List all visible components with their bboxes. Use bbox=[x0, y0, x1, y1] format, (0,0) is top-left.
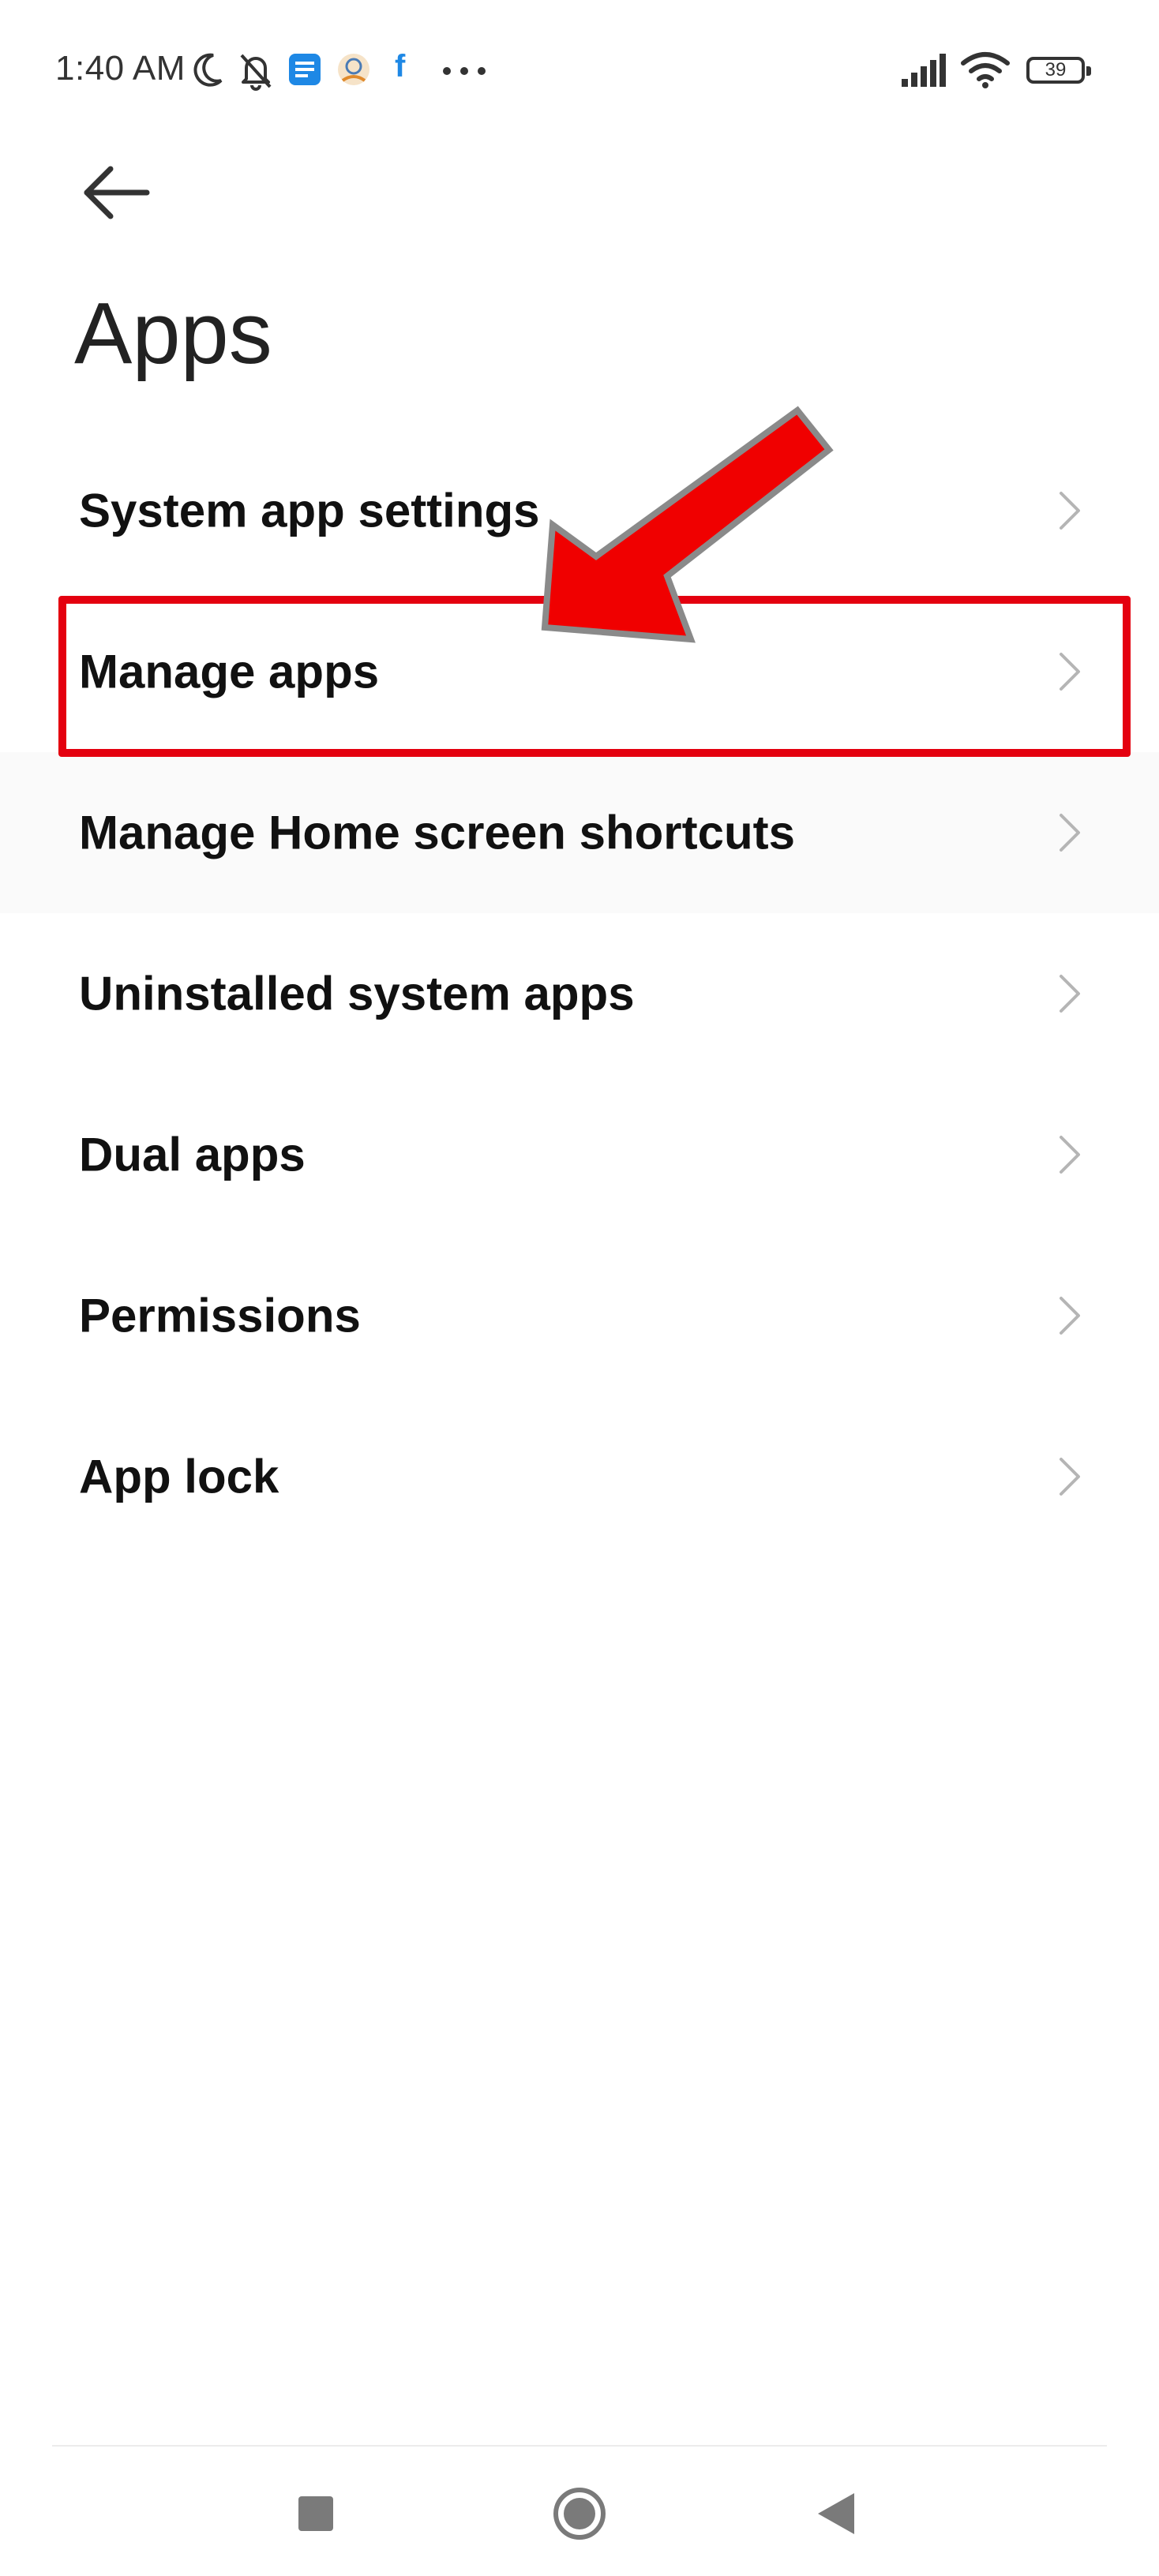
item-label: Dual apps bbox=[79, 1128, 306, 1181]
chevron-right-icon bbox=[1060, 1458, 1080, 1496]
facebook-icon: f bbox=[395, 49, 406, 84]
home-circle-icon[interactable] bbox=[548, 2482, 611, 2545]
item-label: System app settings bbox=[79, 484, 540, 537]
item-label: App lock bbox=[79, 1450, 279, 1503]
arrow-left-icon bbox=[84, 166, 150, 219]
status-time: 1:40 AM bbox=[55, 49, 186, 88]
more-icon bbox=[443, 67, 486, 75]
bell-off-icon bbox=[240, 54, 272, 91]
item-label: Uninstalled system apps bbox=[79, 967, 635, 1020]
chevron-right-icon bbox=[1060, 1136, 1080, 1174]
wifi-icon bbox=[961, 52, 1010, 88]
navigation-bar bbox=[0, 2447, 1159, 2576]
chevron-right-icon bbox=[1060, 492, 1080, 530]
item-label: Permissions bbox=[79, 1289, 361, 1342]
status-bar: 1:40 AM f 39 bbox=[0, 0, 1159, 142]
app-icon bbox=[338, 54, 369, 85]
item-label: Manage Home screen shortcuts bbox=[79, 806, 795, 859]
recents-square-icon[interactable] bbox=[284, 2482, 347, 2545]
back-button[interactable] bbox=[79, 162, 155, 223]
back-triangle-icon[interactable] bbox=[805, 2482, 868, 2545]
page-title: Apps bbox=[74, 285, 272, 382]
list-item-permissions[interactable]: Permissions bbox=[0, 1235, 1159, 1396]
chevron-right-icon bbox=[1060, 814, 1080, 852]
battery-level: 39 bbox=[1045, 59, 1067, 80]
moon-icon bbox=[193, 53, 223, 87]
annotation-arrow-icon bbox=[541, 406, 834, 643]
list-item-uninstalled-system-apps[interactable]: Uninstalled system apps bbox=[0, 913, 1159, 1074]
list-item-app-lock[interactable]: App lock bbox=[0, 1396, 1159, 1557]
signal-icon bbox=[902, 54, 946, 87]
battery-icon: 39 bbox=[1026, 57, 1091, 84]
message-icon bbox=[289, 54, 321, 85]
list-item-dual-apps[interactable]: Dual apps bbox=[0, 1074, 1159, 1235]
list-item-manage-home-screen-shortcuts[interactable]: Manage Home screen shortcuts bbox=[0, 752, 1159, 913]
chevron-right-icon bbox=[1060, 975, 1080, 1013]
chevron-right-icon bbox=[1060, 1297, 1080, 1335]
